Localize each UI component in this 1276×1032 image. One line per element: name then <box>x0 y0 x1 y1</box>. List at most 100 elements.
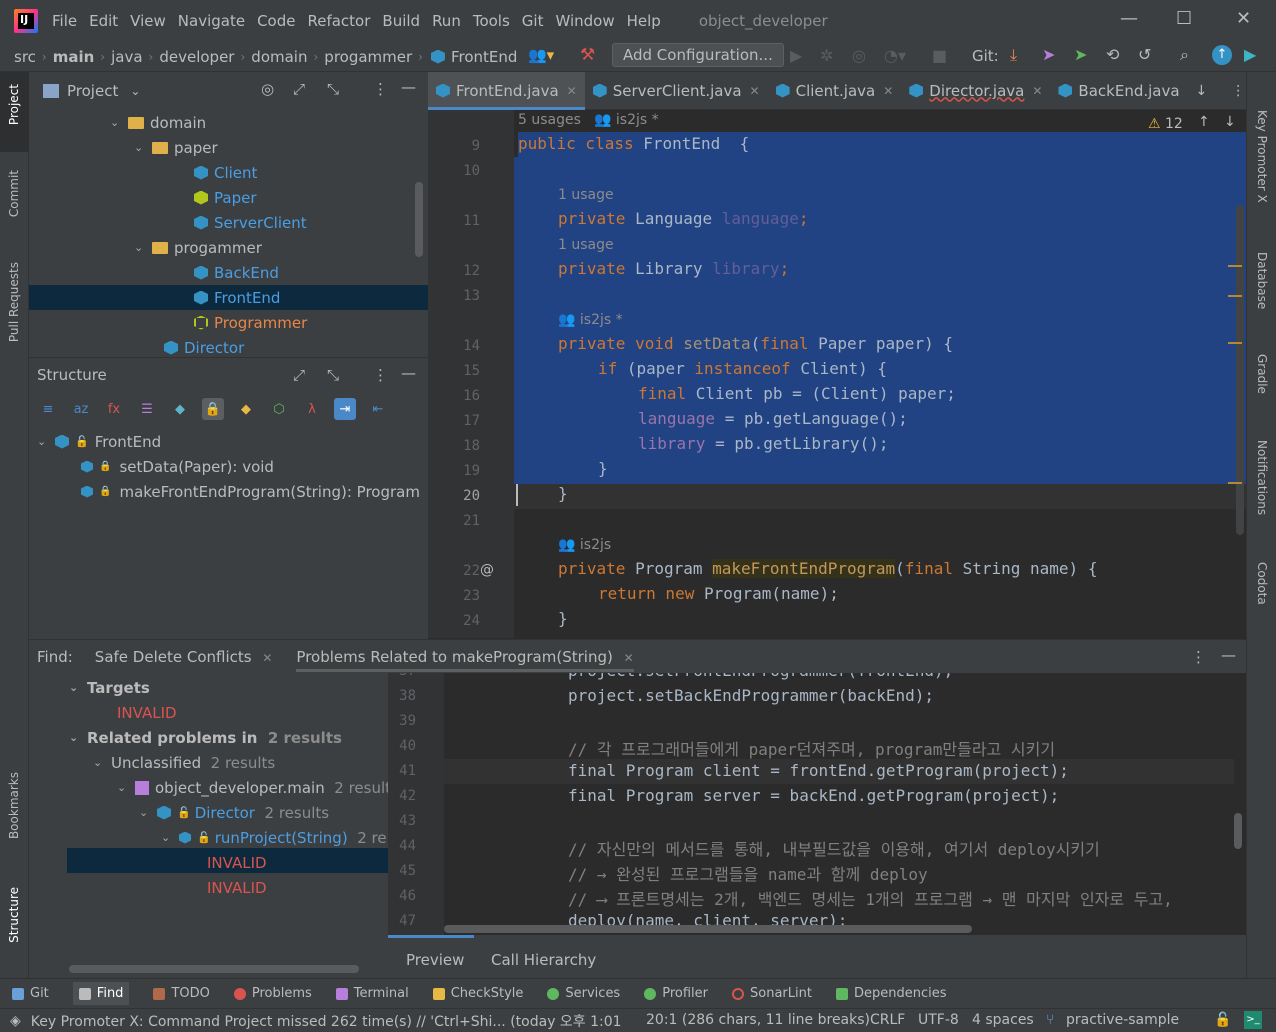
tool-tab-services[interactable]: Services <box>547 986 620 1001</box>
collapse-all-icon[interactable]: ⤡ <box>327 80 339 98</box>
invalid-item[interactable]: INVALID <box>207 850 267 875</box>
show-lambdas-icon[interactable]: λ <box>301 398 323 420</box>
search-icon[interactable]: ⌕ <box>1180 45 1189 65</box>
hide-panel-icon[interactable]: — <box>1221 646 1236 664</box>
breadcrumb-developer[interactable]: developer <box>159 48 234 66</box>
coverage-icon[interactable]: ◎ <box>852 46 866 65</box>
tabs-overflow-icon[interactable]: ↓ <box>1196 83 1208 99</box>
menu-file[interactable]: File <box>52 12 77 30</box>
tabs-options-icon[interactable]: ⋮ <box>1231 83 1245 99</box>
tool-tab-dependencies[interactable]: Dependencies <box>835 986 946 1001</box>
breadcrumb-progammer[interactable]: progammer <box>324 48 412 66</box>
unclassified-node[interactable]: ⌄ Unclassified 2 results <box>93 750 275 775</box>
warning-icon[interactable]: ⚠ 12 <box>1148 116 1183 132</box>
autoscroll-to-source-icon[interactable]: ⇥ <box>334 398 356 420</box>
breadcrumb-main[interactable]: main <box>53 48 95 66</box>
menu-help[interactable]: Help <box>627 12 661 30</box>
hide-panel-icon[interactable]: — <box>401 364 416 382</box>
tree-item-frontend[interactable]: FrontEnd <box>176 285 280 310</box>
project-scrollbar[interactable] <box>415 182 423 257</box>
close-icon[interactable]: ✕ <box>750 84 760 98</box>
tree-item-progammer[interactable]: ⌄ progammer <box>134 235 262 260</box>
indent-setting[interactable]: 4 spaces <box>972 1012 1034 1028</box>
chevron-down-icon[interactable]: ⌄ <box>130 84 140 98</box>
menu-build[interactable]: Build <box>382 12 420 30</box>
show-nonpublic-icon[interactable]: 🔒 <box>202 398 224 420</box>
tool-tab-todo[interactable]: TODO <box>153 986 210 1001</box>
breadcrumb-java[interactable]: java <box>111 48 142 66</box>
menu-window[interactable]: Window <box>555 12 614 30</box>
profile-icon[interactable]: ◔▾ <box>884 46 906 65</box>
tool-tab-git[interactable]: Git <box>12 986 49 1001</box>
show-properties-icon[interactable]: ◆ <box>235 398 257 420</box>
author-hint[interactable]: 👥 is2js * <box>594 112 659 128</box>
tree-item-backend[interactable]: BackEnd <box>176 260 279 285</box>
tool-tab-find[interactable]: Find <box>72 982 130 1005</box>
codewithme-icon[interactable]: ▶ <box>1244 45 1256 64</box>
close-icon[interactable]: ✕ <box>883 84 893 98</box>
tool-codota[interactable]: Codota <box>1255 562 1269 605</box>
tool-notifications[interactable]: Notifications <box>1255 440 1269 515</box>
module-node[interactable]: ⌄ object_developer.main 2 results <box>117 775 399 800</box>
tree-item-client[interactable]: Client <box>176 160 257 185</box>
cursor-position[interactable]: 20:1 (286 chars, 11 line breaks) <box>646 1012 870 1028</box>
tool-key-promoter[interactable]: Key Promoter X <box>1255 110 1269 203</box>
git-push-icon[interactable]: ➤ <box>1074 45 1087 64</box>
tree-item-paper[interactable]: ⌄ paper <box>134 135 218 160</box>
tab-safe-delete-conflicts[interactable]: Safe Delete Conflicts ✕ <box>95 648 273 666</box>
tab-director[interactable]: Director.java ✕ <box>901 72 1050 110</box>
breadcrumb-domain[interactable]: domain <box>251 48 307 66</box>
invalid-item[interactable]: INVALID <box>117 700 177 725</box>
user-icon[interactable]: 👥▾ <box>528 46 554 64</box>
menu-git[interactable]: Git <box>522 12 544 30</box>
invalid-item[interactable]: INVALID <box>207 875 267 900</box>
code-editor[interactable]: 5 usages 👥 is2js * ⚠ 12 ↑ ↓ 9 10 11 12 1… <box>428 110 1246 638</box>
file-encoding[interactable]: UTF-8 <box>918 1012 959 1028</box>
usages-hint[interactable]: 5 usages <box>518 112 581 128</box>
git-branch[interactable]: practive-sample <box>1066 1012 1179 1028</box>
show-tags-icon[interactable]: ◆ <box>169 398 191 420</box>
tree-item-programmer[interactable]: Programmer <box>176 310 307 335</box>
related-problems-node[interactable]: ⌄ Related problems in 2 results <box>69 725 342 750</box>
tool-bookmarks[interactable]: Bookmarks <box>7 772 21 839</box>
run-icon[interactable]: ▶ <box>790 46 802 65</box>
collapse-all-icon[interactable]: ⤡ <box>327 366 339 384</box>
lock-icon[interactable]: 🔓 <box>1214 1012 1231 1028</box>
close-icon[interactable]: ✕ <box>567 84 577 98</box>
tool-database[interactable]: Database <box>1255 252 1269 309</box>
targets-node[interactable]: ⌄ Targets <box>69 675 150 700</box>
options-icon[interactable]: ⋮ <box>373 80 388 98</box>
tool-tab-sonarlint[interactable]: SonarLint <box>732 986 812 1001</box>
autoscroll-from-source-icon[interactable]: ⇤ <box>367 398 389 420</box>
options-icon[interactable]: ⋮ <box>373 366 388 384</box>
codota-icon[interactable]: >_ <box>1244 1011 1262 1029</box>
tab-backend[interactable]: BackEnd.java <box>1050 72 1187 110</box>
tool-project[interactable]: Project <box>7 84 21 125</box>
tab-call-hierarchy[interactable]: Call Hierarchy <box>491 951 596 969</box>
tree-item-serverclient[interactable]: ServerClient <box>176 210 307 235</box>
stop-icon[interactable]: ■ <box>932 46 947 65</box>
find-preview-editor[interactable]: 37 project.setFrontEndProgrammer(frontEnd… <box>388 673 1246 935</box>
expand-all-icon[interactable]: ⤢ <box>293 80 305 98</box>
tool-structure[interactable]: Structure <box>7 887 21 943</box>
close-icon[interactable]: ✕ <box>624 651 634 665</box>
close-icon[interactable]: ✕ <box>1032 84 1042 98</box>
show-list-icon[interactable]: ☰ <box>136 398 158 420</box>
add-configuration-button[interactable]: Add Configuration... <box>612 43 784 67</box>
show-anonymous-icon[interactable]: ⬡ <box>268 398 290 420</box>
tab-client[interactable]: Client.java ✕ <box>768 72 902 110</box>
breadcrumb-src[interactable]: src <box>14 48 36 66</box>
build-hammer-icon[interactable]: ⚒ <box>580 45 595 65</box>
menu-view[interactable]: View <box>130 12 166 30</box>
usage-hint[interactable]: 1 usage <box>558 187 614 203</box>
breadcrumb-frontend[interactable]: FrontEnd <box>451 48 517 66</box>
tab-frontend[interactable]: FrontEnd.java ✕ <box>428 71 585 110</box>
line-separator[interactable]: CRLF <box>870 1012 905 1028</box>
sort-alpha-icon[interactable]: az <box>70 398 92 420</box>
preview-hscrollbar[interactable] <box>444 925 972 933</box>
git-history-icon[interactable]: ⟲ <box>1106 45 1119 64</box>
tool-gradle[interactable]: Gradle <box>1255 354 1269 394</box>
hide-panel-icon[interactable]: — <box>401 78 416 96</box>
menu-tools[interactable]: Tools <box>473 12 510 30</box>
layers-icon[interactable]: ◈ <box>10 1013 21 1029</box>
